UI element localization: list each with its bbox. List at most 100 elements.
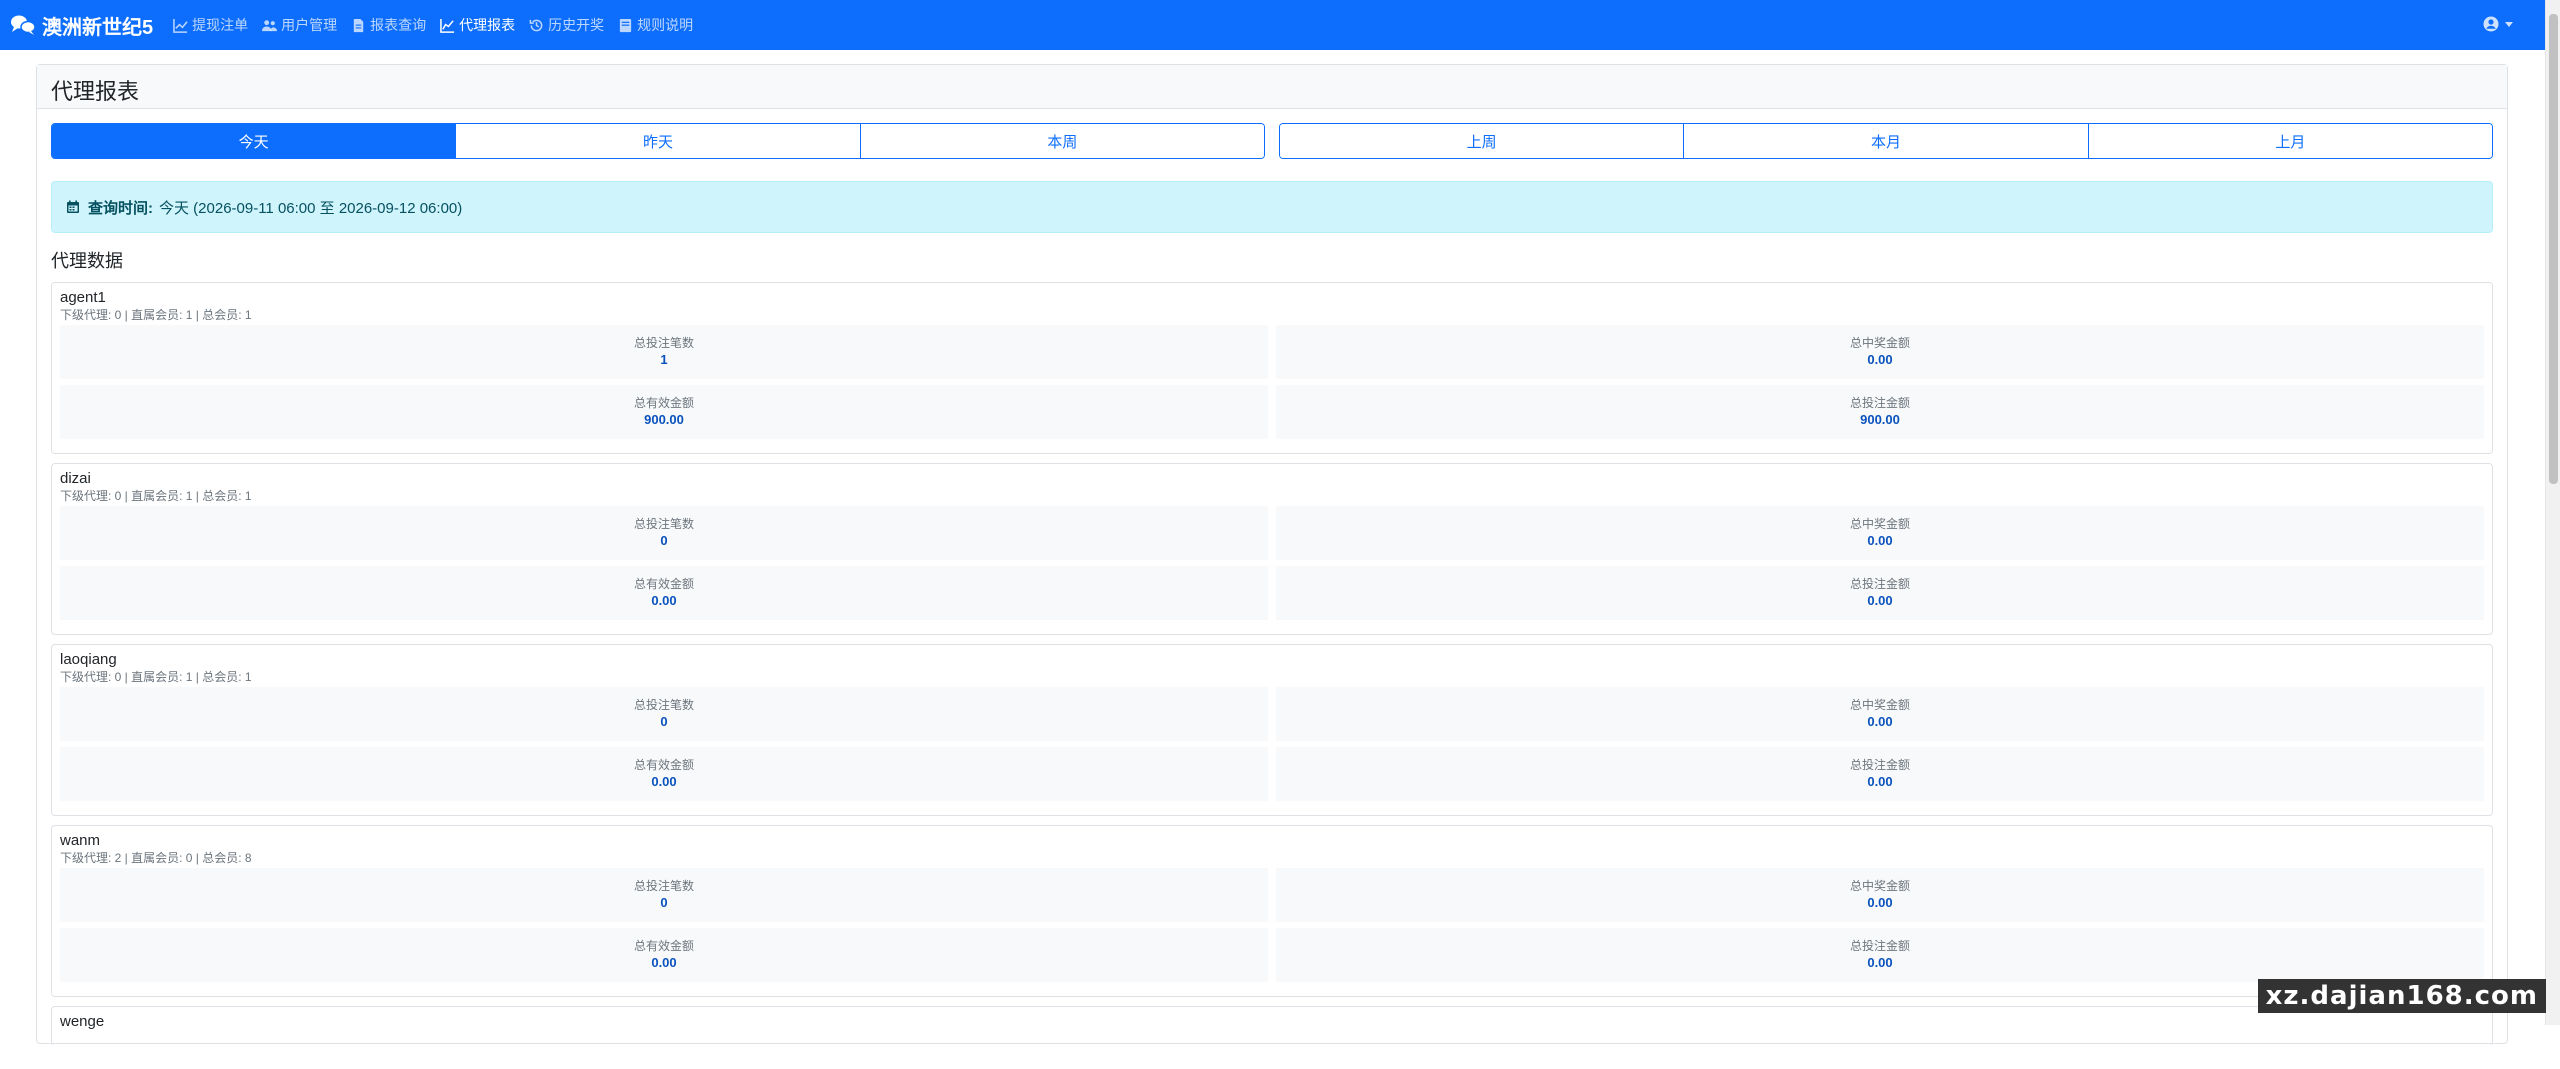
nav-item-label: 用户管理 <box>281 15 337 35</box>
brand[interactable]: 澳洲新世纪5 <box>10 11 153 40</box>
stat-label: 总投注笔数 <box>634 335 694 351</box>
stat-value: 900.00 <box>1860 411 1900 429</box>
agent-meta: 下级代理: 0 | 直属会员: 1 | 总会员: 1 <box>60 488 2484 504</box>
document-icon <box>351 18 366 33</box>
agent-card: agent1 下级代理: 0 | 直属会员: 1 | 总会员: 1 总投注笔数1… <box>51 282 2493 454</box>
stat-value: 0.00 <box>651 592 676 610</box>
stat-label: 总有效金额 <box>634 938 694 954</box>
stat-label: 总有效金额 <box>634 395 694 411</box>
stat-value: 0.00 <box>651 954 676 972</box>
nav-item-withdraw-orders[interactable]: 提现注单 <box>173 15 248 35</box>
stat-label: 总有效金额 <box>634 757 694 773</box>
section-title: 代理数据 <box>51 247 2493 273</box>
stat-win-amount: 总中奖金额0.00 <box>1276 506 2484 560</box>
stat-label: 总投注金额 <box>1850 576 1910 592</box>
stat-value: 0 <box>660 532 667 550</box>
stat-valid-amount: 总有效金额900.00 <box>60 385 1268 439</box>
chevron-down-icon <box>2505 22 2513 27</box>
stat-label: 总投注金额 <box>1850 757 1910 773</box>
nav-item-report-query[interactable]: 报表查询 <box>351 15 426 35</box>
stat-bet-amount: 总投注金额900.00 <box>1276 385 2484 439</box>
stat-bet-count: 总投注笔数0 <box>60 506 1268 560</box>
period-this-week-button[interactable]: 本周 <box>861 124 1264 158</box>
agent-meta: 下级代理: 0 | 直属会员: 1 | 总会员: 1 <box>60 307 2484 323</box>
agent-meta: 下级代理: 2 | 直属会员: 0 | 总会员: 8 <box>60 850 2484 866</box>
stat-bet-count: 总投注笔数0 <box>60 687 1268 741</box>
book-icon <box>618 18 633 33</box>
nav-item-label: 规则说明 <box>637 15 693 35</box>
stat-value: 0 <box>660 894 667 912</box>
agent-meta: 下级代理: 0 | 直属会员: 1 | 总会员: 1 <box>60 669 2484 685</box>
period-selector: 今天 昨天 本周 上周 本月 上月 <box>51 123 2493 159</box>
stat-label: 总中奖金额 <box>1850 335 1910 351</box>
stat-win-amount: 总中奖金额0.00 <box>1276 687 2484 741</box>
nav-item-draw-history[interactable]: 历史开奖 <box>529 15 604 35</box>
stat-bet-count: 总投注笔数0 <box>60 868 1268 922</box>
period-this-month-button[interactable]: 本月 <box>1684 124 2088 158</box>
stat-valid-amount: 总有效金额0.00 <box>60 566 1268 620</box>
query-time-value: 今天 (2026-09-11 06:00 至 2026-09-12 06:00) <box>159 197 462 218</box>
stat-label: 总投注笔数 <box>634 697 694 713</box>
agent-card: wenge <box>51 1006 2493 1046</box>
brand-name: 澳洲新世纪5 <box>42 11 153 40</box>
nav-item-label: 历史开奖 <box>548 15 604 35</box>
stat-value: 0.00 <box>1867 773 1892 791</box>
stat-value: 0.00 <box>1867 532 1892 550</box>
user-circle-icon <box>2483 16 2499 32</box>
stat-value: 900.00 <box>644 411 684 429</box>
chat-bubbles-icon <box>10 14 36 36</box>
stat-value: 0.00 <box>1867 894 1892 912</box>
query-time-label: 查询时间: <box>88 197 153 218</box>
history-icon <box>529 18 544 33</box>
stat-bet-amount: 总投注金额0.00 <box>1276 566 2484 620</box>
stat-bet-count: 总投注笔数1 <box>60 325 1268 379</box>
stat-label: 总投注金额 <box>1850 938 1910 954</box>
user-menu[interactable] <box>2483 16 2513 32</box>
stat-bet-amount: 总投注金额0.00 <box>1276 928 2484 982</box>
stat-label: 总投注笔数 <box>634 878 694 894</box>
stat-label: 总中奖金额 <box>1850 697 1910 713</box>
chart-bar-icon <box>440 18 455 33</box>
period-last-week-button[interactable]: 上周 <box>1280 124 1684 158</box>
stat-bet-amount: 总投注金额0.00 <box>1276 747 2484 801</box>
stat-label: 总投注笔数 <box>634 516 694 532</box>
agent-name: laoqiang <box>60 651 2484 669</box>
vertical-scrollbar[interactable] <box>2545 0 2560 1025</box>
agent-report-card: 代理报表 今天 昨天 本周 上周 本月 上月 查询时间: 今天 (2026-09… <box>36 64 2508 1044</box>
top-navbar: 澳洲新世纪5 提现注单 用户管理 报表查询 代理报表 历史开奖 规则说明 <box>0 0 2545 50</box>
stat-valid-amount: 总有效金额0.00 <box>60 928 1268 982</box>
stat-value: 1 <box>660 351 667 369</box>
stat-label: 总中奖金额 <box>1850 878 1910 894</box>
users-icon <box>262 18 277 33</box>
nav-item-rules[interactable]: 规则说明 <box>618 15 693 35</box>
calendar-icon <box>66 200 80 214</box>
period-group-recent: 今天 昨天 本周 <box>51 123 1265 159</box>
watermark: xz.dajian168.com <box>2258 979 2546 1013</box>
period-today-button[interactable]: 今天 <box>52 124 456 158</box>
query-time-alert: 查询时间: 今天 (2026-09-11 06:00 至 2026-09-12 … <box>51 181 2493 233</box>
nav-item-label: 提现注单 <box>192 15 248 35</box>
agent-name: agent1 <box>60 289 2484 307</box>
scrollbar-thumb[interactable] <box>2549 14 2558 484</box>
stat-value: 0.00 <box>651 773 676 791</box>
stat-value: 0 <box>660 713 667 731</box>
stat-win-amount: 总中奖金额0.00 <box>1276 868 2484 922</box>
period-last-month-button[interactable]: 上月 <box>2089 124 2492 158</box>
agent-name: dizai <box>60 470 2484 488</box>
agent-name: wanm <box>60 832 2484 850</box>
stat-label: 总有效金额 <box>634 576 694 592</box>
stat-win-amount: 总中奖金额0.00 <box>1276 325 2484 379</box>
period-group-past: 上周 本月 上月 <box>1279 123 2493 159</box>
page-title: 代理报表 <box>37 65 2507 109</box>
nav-item-agent-report[interactable]: 代理报表 <box>440 15 515 35</box>
stat-label: 总投注金额 <box>1850 395 1910 411</box>
stat-value: 0.00 <box>1867 954 1892 972</box>
stat-value: 0.00 <box>1867 592 1892 610</box>
stat-valid-amount: 总有效金额0.00 <box>60 747 1268 801</box>
nav-item-user-management[interactable]: 用户管理 <box>262 15 337 35</box>
agent-card: wanm 下级代理: 2 | 直属会员: 0 | 总会员: 8 总投注笔数0 总… <box>51 825 2493 997</box>
agent-name: wenge <box>60 1013 2484 1031</box>
stat-value: 0.00 <box>1867 713 1892 731</box>
stat-label: 总中奖金额 <box>1850 516 1910 532</box>
period-yesterday-button[interactable]: 昨天 <box>456 124 860 158</box>
